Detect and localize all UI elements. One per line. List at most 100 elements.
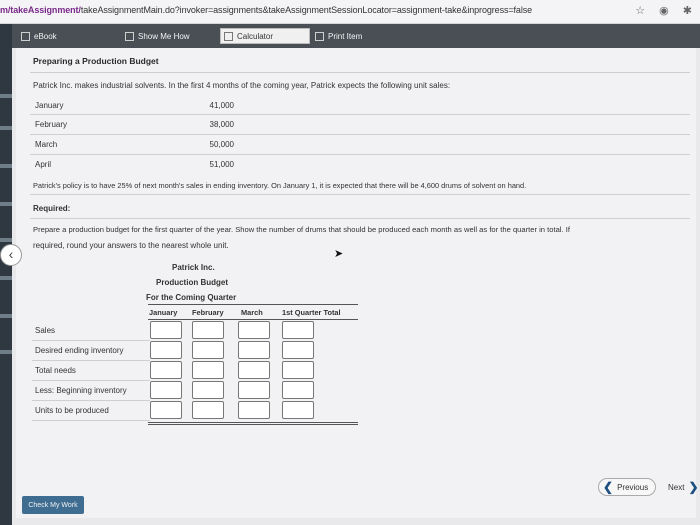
url-main: takeAssignmentMain.do?invoker=assignment… [80, 5, 533, 15]
sales-february-input[interactable] [192, 321, 224, 339]
units-produced-quarter-input[interactable] [282, 401, 314, 419]
ending-inventory-march-input[interactable] [238, 341, 270, 359]
sales-month: April [35, 160, 52, 169]
total-rule [148, 424, 358, 425]
sales-units: 38,000 [209, 120, 234, 129]
column-header-march: March [241, 308, 263, 317]
print-icon [315, 31, 324, 41]
back-arrow-icon[interactable]: ‹ [0, 244, 22, 266]
units-produced-february-input[interactable] [192, 401, 224, 419]
sidebar-tab[interactable] [0, 94, 12, 98]
row-label-beginning-inventory: Less: Beginning inventory [35, 386, 127, 395]
chevron-right-icon: ❯ [688, 480, 699, 494]
calculator-icon [224, 31, 233, 41]
row-label-desired-ending-inventory: Desired ending inventory [35, 346, 124, 355]
column-header-february: February [192, 308, 224, 317]
divider [30, 72, 690, 73]
row-label-units-produced: Units to be produced [35, 406, 109, 415]
book-icon [21, 31, 30, 41]
check-my-work-button[interactable]: Check My Work [22, 496, 84, 514]
extension-icon[interactable]: ◉ [659, 4, 669, 17]
required-label: Required: [33, 204, 71, 213]
sales-january-input[interactable] [150, 321, 182, 339]
sidebar-tab[interactable] [0, 126, 12, 130]
beginning-inventory-quarter-input[interactable] [282, 381, 314, 399]
total-needs-march-input[interactable] [238, 361, 270, 379]
mouse-cursor-icon: ➤ [334, 248, 344, 260]
problem-title: Preparing a Production Budget [33, 56, 159, 66]
row-divider [32, 400, 150, 401]
next-button[interactable]: Next ❯ [668, 478, 700, 496]
total-needs-january-input[interactable] [150, 361, 182, 379]
sidebar-tab[interactable] [0, 238, 12, 242]
calculator-button[interactable]: Calculator [220, 28, 310, 44]
ending-inventory-quarter-input[interactable] [282, 341, 314, 359]
beginning-inventory-february-input[interactable] [192, 381, 224, 399]
calculator-label: Calculator [237, 31, 274, 41]
sidebar-tab[interactable] [0, 164, 12, 168]
total-needs-february-input[interactable] [192, 361, 224, 379]
row-divider [32, 340, 150, 341]
sales-units: 41,000 [209, 101, 234, 110]
sales-month: March [35, 140, 58, 149]
left-sidebar-strip [0, 24, 12, 525]
sales-month: February [35, 120, 68, 129]
sales-units: 51,000 [209, 160, 234, 169]
budget-title: Production Budget [156, 278, 228, 287]
print-item-button[interactable]: Print Item [312, 28, 382, 44]
divider [30, 194, 690, 195]
row-divider [32, 420, 150, 421]
total-rule [148, 422, 358, 423]
sidebar-tab[interactable] [0, 276, 12, 280]
chevron-left-icon: ❮ [603, 480, 614, 494]
show-me-how-label: Show Me How [138, 31, 190, 41]
menu-icon[interactable]: ✱ [683, 4, 692, 17]
divider [30, 134, 690, 135]
show-me-how-button[interactable]: Show Me How [122, 28, 212, 44]
row-label-sales: Sales [35, 326, 56, 335]
sidebar-tab[interactable] [0, 202, 12, 206]
budget-company: Patrick Inc. [172, 263, 215, 272]
browser-address-bar[interactable]: m/takeAssignment/takeAssignmentMain.do?i… [0, 0, 700, 24]
policy-text: Patrick's policy is to have 25% of next … [33, 181, 527, 190]
ebook-button[interactable]: eBook [18, 28, 98, 44]
problem-intro: Patrick Inc. makes industrial solvents. … [33, 81, 451, 90]
star-icon[interactable]: ☆ [635, 4, 645, 17]
units-produced-january-input[interactable] [150, 401, 182, 419]
problem-panel: Preparing a Production Budget Patrick In… [16, 48, 696, 518]
assignment-toolbar: eBook Show Me How Calculator Print Item [12, 24, 700, 48]
sales-units: 50,000 [209, 140, 234, 149]
total-needs-quarter-input[interactable] [282, 361, 314, 379]
units-produced-march-input[interactable] [238, 401, 270, 419]
header-rule [148, 319, 358, 320]
beginning-inventory-january-input[interactable] [150, 381, 182, 399]
sidebar-tab[interactable] [0, 314, 12, 318]
sales-quarter-input[interactable] [282, 321, 314, 339]
instruction-line-2: required, round your answers to the near… [33, 241, 229, 250]
column-header-quarter-total: 1st Quarter Total [282, 308, 341, 317]
row-divider [32, 380, 150, 381]
url-text[interactable]: m/takeAssignment/takeAssignmentMain.do?i… [0, 5, 532, 15]
divider [30, 218, 690, 219]
sales-month: January [35, 101, 64, 110]
divider [30, 114, 690, 115]
column-header-january: January [149, 308, 178, 317]
sales-march-input[interactable] [238, 321, 270, 339]
beginning-inventory-march-input[interactable] [238, 381, 270, 399]
row-divider [32, 360, 150, 361]
row-label-total-needs: Total needs [35, 366, 76, 375]
budget-period: For the Coming Quarter [146, 293, 237, 302]
video-icon [125, 31, 134, 41]
url-path: m/takeAssignment/ [0, 5, 81, 15]
divider [30, 154, 690, 155]
instruction-line-1: Prepare a production budget for the firs… [33, 225, 570, 234]
previous-label: Previous [617, 482, 649, 492]
previous-button[interactable]: ❮ Previous [598, 478, 656, 496]
print-item-label: Print Item [328, 31, 363, 41]
ending-inventory-january-input[interactable] [150, 341, 182, 359]
ebook-label: eBook [34, 31, 57, 41]
ending-inventory-february-input[interactable] [192, 341, 224, 359]
sidebar-tab[interactable] [0, 350, 12, 354]
next-label: Next [668, 482, 685, 492]
header-rule [148, 304, 358, 305]
